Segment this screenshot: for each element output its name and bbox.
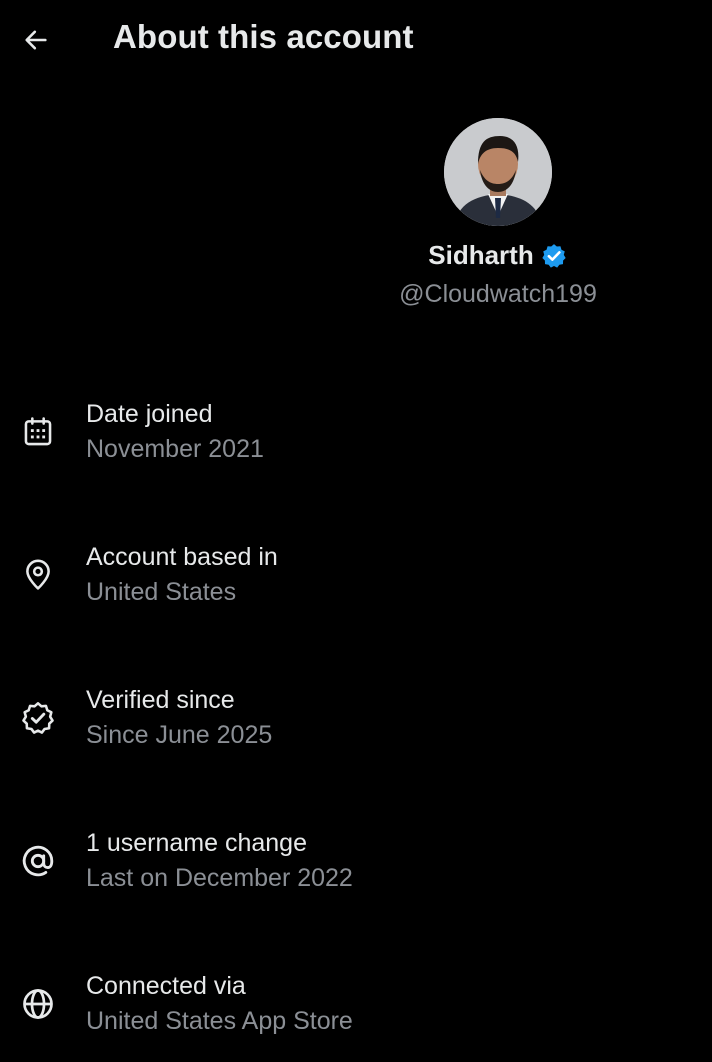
info-item-verified-since: Verified since Since June 2025 xyxy=(0,666,712,776)
top-bar: About this account xyxy=(0,0,712,80)
back-button[interactable] xyxy=(16,20,56,60)
info-label: Date joined xyxy=(86,400,213,428)
info-label: Verified since xyxy=(86,686,235,714)
verified-badge-icon xyxy=(542,243,566,268)
at-sign-icon xyxy=(18,841,58,881)
username-handle: @Cloudwatch199 xyxy=(399,280,597,308)
location-pin-icon xyxy=(18,555,58,595)
info-value: United States App Store xyxy=(86,1007,353,1035)
info-value: November 2021 xyxy=(86,435,264,463)
page-title: About this account xyxy=(113,18,414,55)
info-value: United States xyxy=(86,578,237,606)
globe-icon xyxy=(18,984,58,1024)
arrow-left-icon xyxy=(25,30,47,50)
calendar-icon xyxy=(18,412,58,452)
info-item-date-joined: Date joined November 2021 xyxy=(0,380,712,490)
info-label: Connected via xyxy=(86,972,246,1000)
info-item-account-based-in: Account based in United States xyxy=(0,523,712,633)
info-label: 1 username change xyxy=(86,829,307,857)
display-name: Sidharth xyxy=(428,240,534,270)
name-row: Sidharth xyxy=(360,240,636,271)
verified-check-icon xyxy=(18,698,58,738)
info-label: Account based in xyxy=(86,543,278,571)
avatar[interactable] xyxy=(444,118,552,226)
info-value: Since June 2025 xyxy=(86,721,273,749)
info-item-username-change: 1 username change Last on December 2022 xyxy=(0,809,712,919)
info-value: Last on December 2022 xyxy=(86,864,353,892)
info-item-connected-via: Connected via United States App Store xyxy=(0,952,712,1062)
